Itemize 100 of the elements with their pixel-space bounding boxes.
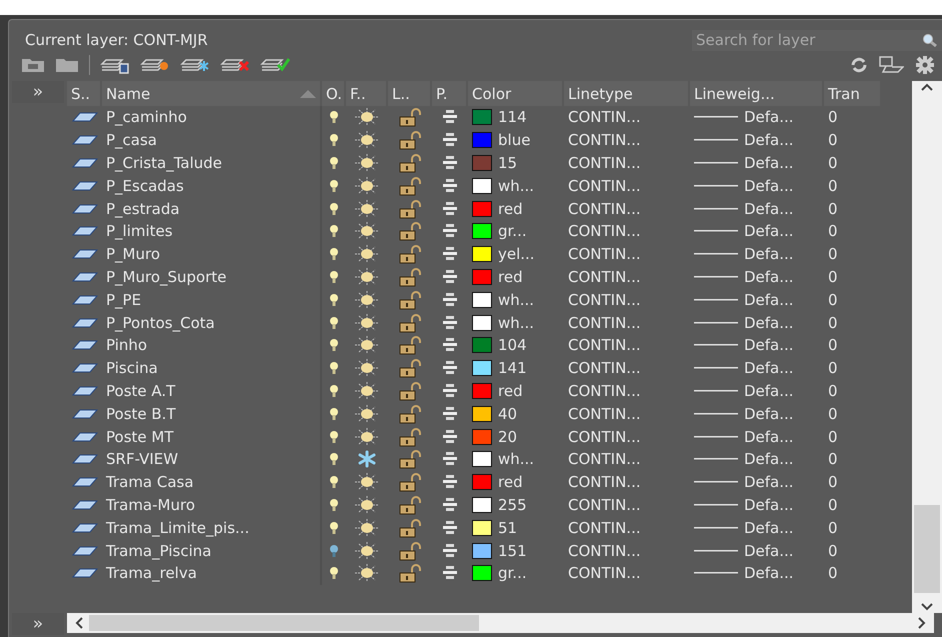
- color-swatch[interactable]: [472, 451, 492, 468]
- snowflake-icon[interactable]: [357, 450, 377, 468]
- sun-icon[interactable]: [354, 266, 380, 287]
- printer-icon[interactable]: [442, 361, 458, 376]
- scroll-right-icon[interactable]: [918, 617, 926, 629]
- printer-icon[interactable]: [442, 566, 458, 580]
- settings-overlay-icon[interactable]: [878, 56, 904, 74]
- color-swatch[interactable]: [472, 268, 492, 285]
- light-bulb-icon[interactable]: [329, 384, 339, 398]
- open-lock-icon[interactable]: [397, 563, 423, 584]
- open-lock-icon[interactable]: [397, 518, 423, 538]
- sun-icon[interactable]: [354, 176, 380, 196]
- refresh-icon[interactable]: [850, 57, 868, 73]
- sun-icon[interactable]: [354, 290, 380, 310]
- scrollbar-thumb[interactable]: [914, 505, 940, 593]
- sun-icon[interactable]: [354, 312, 380, 333]
- light-bulb-icon[interactable]: [329, 544, 339, 558]
- open-lock-icon[interactable]: [397, 494, 423, 515]
- color-swatch[interactable]: [472, 565, 492, 582]
- color-swatch[interactable]: [472, 428, 492, 445]
- column-header[interactable]: S..: [67, 81, 100, 106]
- printer-icon[interactable]: [442, 178, 458, 193]
- sun-icon[interactable]: [354, 198, 380, 219]
- printer-icon[interactable]: [442, 338, 458, 352]
- printer-icon[interactable]: [442, 133, 458, 148]
- column-header[interactable]: Tran: [824, 81, 880, 106]
- color-swatch[interactable]: [472, 154, 492, 171]
- printer-icon[interactable]: [442, 452, 458, 466]
- open-lock-icon[interactable]: [397, 380, 423, 401]
- light-bulb-icon[interactable]: [329, 475, 339, 490]
- color-swatch[interactable]: [472, 292, 492, 308]
- printer-icon[interactable]: [442, 406, 458, 421]
- color-swatch[interactable]: [472, 382, 492, 399]
- open-lock-icon[interactable]: [397, 404, 423, 424]
- light-bulb-icon[interactable]: [329, 110, 339, 124]
- light-bulb-icon[interactable]: [329, 361, 339, 376]
- sun-icon[interactable]: [354, 426, 380, 447]
- color-swatch[interactable]: [472, 132, 492, 148]
- printer-icon[interactable]: [442, 544, 458, 558]
- column-header[interactable]: Linetype: [564, 81, 688, 106]
- sun-icon[interactable]: [354, 221, 380, 242]
- open-lock-icon[interactable]: [397, 198, 423, 219]
- printer-icon[interactable]: [442, 475, 458, 490]
- light-bulb-icon[interactable]: [329, 316, 339, 330]
- scroll-left-icon[interactable]: [75, 617, 83, 629]
- settings-icon[interactable]: [914, 55, 936, 75]
- expand-button[interactable]: »: [12, 81, 64, 103]
- light-bulb-icon[interactable]: [329, 292, 339, 307]
- color-swatch[interactable]: [472, 314, 492, 331]
- printer-icon[interactable]: [442, 270, 458, 284]
- sun-icon[interactable]: [354, 107, 380, 128]
- column-header[interactable]: L..: [388, 81, 430, 106]
- open-lock-icon[interactable]: [397, 107, 423, 128]
- color-swatch[interactable]: [472, 178, 492, 194]
- sun-icon[interactable]: [354, 404, 380, 424]
- open-lock-icon[interactable]: [397, 472, 423, 492]
- color-swatch[interactable]: [472, 496, 492, 513]
- open-lock-icon[interactable]: [397, 130, 423, 150]
- horizontal-scrollbar[interactable]: [67, 613, 934, 633]
- light-bulb-icon[interactable]: [329, 430, 339, 444]
- printer-icon[interactable]: [442, 224, 458, 238]
- light-bulb-icon[interactable]: [329, 452, 339, 466]
- printer-icon[interactable]: [442, 520, 458, 535]
- sun-icon[interactable]: [354, 518, 380, 538]
- open-lock-icon[interactable]: [397, 426, 423, 447]
- light-bulb-icon[interactable]: [329, 224, 339, 238]
- open-lock-icon[interactable]: [397, 449, 423, 470]
- light-bulb-icon[interactable]: [329, 156, 339, 170]
- sun-icon[interactable]: [354, 244, 380, 264]
- color-swatch[interactable]: [472, 474, 492, 490]
- sun-icon[interactable]: [354, 130, 380, 150]
- color-swatch[interactable]: [472, 337, 492, 354]
- expand-button[interactable]: »: [12, 613, 64, 635]
- color-swatch[interactable]: [472, 542, 492, 559]
- light-bulb-icon[interactable]: [329, 406, 339, 421]
- color-swatch[interactable]: [472, 360, 492, 376]
- printer-icon[interactable]: [442, 247, 458, 262]
- printer-icon[interactable]: [442, 384, 458, 398]
- printer-icon[interactable]: [442, 110, 458, 124]
- column-header[interactable]: Name: [102, 81, 320, 106]
- open-lock-icon[interactable]: [397, 312, 423, 333]
- set-current-icon[interactable]: [260, 56, 290, 74]
- printer-icon[interactable]: [442, 202, 458, 216]
- column-header[interactable]: Color: [468, 81, 562, 106]
- light-bulb-icon[interactable]: [329, 566, 339, 580]
- sun-icon[interactable]: [354, 335, 380, 356]
- open-lock-icon[interactable]: [397, 176, 423, 196]
- color-swatch[interactable]: [472, 223, 492, 240]
- light-bulb-icon[interactable]: [329, 247, 339, 262]
- scroll-down-icon[interactable]: [921, 603, 933, 611]
- open-lock-icon[interactable]: [397, 152, 423, 173]
- light-bulb-icon[interactable]: [329, 338, 339, 352]
- printer-icon[interactable]: [442, 292, 458, 307]
- sun-icon[interactable]: [354, 380, 380, 401]
- color-swatch[interactable]: [472, 109, 492, 126]
- sun-icon[interactable]: [354, 152, 380, 173]
- sun-icon[interactable]: [354, 494, 380, 515]
- open-lock-icon[interactable]: [397, 266, 423, 287]
- search-field[interactable]: Search for layer: [692, 30, 942, 50]
- light-bulb-icon[interactable]: [329, 202, 339, 216]
